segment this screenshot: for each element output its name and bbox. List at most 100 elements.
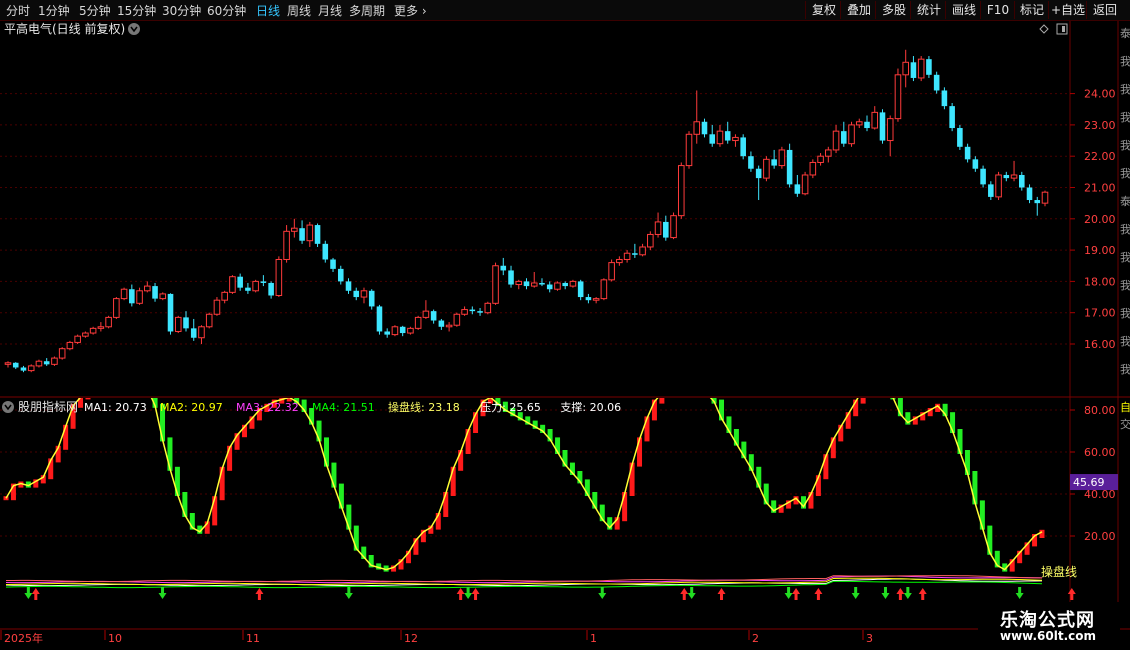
price-tick-label: 20.00 bbox=[1084, 213, 1116, 226]
candle-body bbox=[58, 348, 66, 359]
current-value-label: 45.69 bbox=[1073, 476, 1105, 489]
candle-body bbox=[623, 252, 631, 260]
oscillator-bar bbox=[659, 398, 665, 404]
toolbar-button[interactable]: F10 bbox=[980, 1, 1015, 19]
candle-body bbox=[306, 224, 314, 242]
period-tab[interactable]: 周线 bbox=[287, 2, 311, 19]
up-arrow-icon bbox=[255, 588, 264, 600]
candle-body bbox=[430, 311, 437, 321]
price-tick-label: 17.00 bbox=[1084, 307, 1116, 320]
candle-body bbox=[35, 360, 43, 367]
diamond-icon bbox=[1039, 24, 1049, 34]
candle-body bbox=[391, 326, 399, 336]
candle-body bbox=[198, 326, 205, 339]
candle-body bbox=[972, 159, 979, 169]
toolbar-button[interactable]: +自选 bbox=[1048, 1, 1087, 19]
candle-body bbox=[508, 270, 514, 285]
side-text-glyph: 泰 bbox=[1120, 194, 1130, 208]
candle-body bbox=[809, 161, 817, 176]
candle-body bbox=[817, 155, 824, 163]
candle-body bbox=[190, 328, 197, 338]
period-tab[interactable]: 月线 bbox=[318, 2, 342, 19]
candle-body bbox=[268, 282, 274, 296]
candle-body bbox=[407, 327, 414, 334]
candle-body bbox=[988, 184, 994, 197]
toolbar-button[interactable]: 统计 bbox=[910, 1, 947, 19]
toolbar-button[interactable]: 返回 bbox=[1086, 1, 1123, 19]
candle-body bbox=[585, 297, 592, 301]
period-tab[interactable]: 15分钟 bbox=[117, 2, 156, 19]
candle-body bbox=[477, 311, 483, 313]
candle-body bbox=[105, 316, 112, 328]
candle-body bbox=[4, 362, 12, 365]
candle-body bbox=[1041, 191, 1049, 204]
down-arrow-icon bbox=[881, 587, 890, 599]
period-tab[interactable]: 分时 bbox=[6, 2, 30, 19]
candle-body bbox=[864, 121, 870, 129]
period-tab[interactable]: 日线 bbox=[256, 2, 280, 19]
candle-body bbox=[771, 159, 777, 166]
side-text-glyph: 泰 bbox=[1120, 26, 1130, 40]
indicator-readout: MA1: 20.73 bbox=[84, 401, 147, 414]
candle-body bbox=[384, 331, 390, 335]
candle-body bbox=[438, 320, 445, 327]
indicator-readout: 操盘线: 23.18 bbox=[388, 400, 460, 414]
candle-body bbox=[1034, 200, 1041, 204]
down-arrow-icon bbox=[784, 587, 793, 599]
candle-body bbox=[546, 284, 553, 290]
down-arrow-icon bbox=[464, 587, 473, 599]
candle-body bbox=[740, 137, 746, 157]
date-label: 11 bbox=[246, 632, 260, 645]
toolbar-button[interactable]: 画线 bbox=[945, 1, 982, 19]
toolbar-button[interactable]: 叠加 bbox=[840, 1, 877, 19]
candle-body bbox=[291, 227, 298, 232]
candle-body bbox=[360, 290, 368, 298]
period-tab[interactable]: 60分钟 bbox=[207, 2, 246, 19]
candle-body bbox=[654, 221, 662, 235]
down-arrow-icon bbox=[687, 587, 696, 599]
indicator-tick-label: 20.00 bbox=[1084, 530, 1116, 543]
side-text-glyph: 我 bbox=[1120, 139, 1130, 152]
price-tick-label: 22.00 bbox=[1084, 150, 1116, 163]
candle-body bbox=[894, 74, 902, 120]
candle-body bbox=[1026, 187, 1033, 201]
stock-title: 平高电气(日线 前复权) bbox=[4, 21, 125, 36]
candle-body bbox=[353, 290, 360, 298]
side-text-glyph: 我 bbox=[1120, 223, 1130, 236]
period-tab[interactable]: 1分钟 bbox=[38, 2, 70, 19]
candle-body bbox=[685, 133, 693, 167]
period-tab[interactable]: 更多 › bbox=[394, 2, 427, 19]
indicator-tick-label: 80.00 bbox=[1084, 404, 1116, 417]
indicator-name: 股朋指标网 bbox=[18, 399, 78, 414]
price-tick-label: 21.00 bbox=[1084, 182, 1116, 195]
toolbar-button[interactable]: 复权 bbox=[805, 1, 842, 19]
period-tab[interactable]: 5分钟 bbox=[79, 2, 111, 19]
side-text-glyph: 我 bbox=[1120, 363, 1130, 376]
candle-body bbox=[732, 136, 739, 142]
period-tab[interactable]: 30分钟 bbox=[162, 2, 201, 19]
candle-body bbox=[152, 286, 158, 299]
candle-body bbox=[786, 149, 793, 185]
side-text-glyph: 我 bbox=[1120, 279, 1130, 292]
candle-body bbox=[445, 324, 453, 328]
indicator-readout: 支撑: 20.06 bbox=[560, 400, 621, 414]
candle-body bbox=[245, 287, 251, 291]
candle-body bbox=[213, 299, 221, 315]
toolbar-button[interactable]: 多股 bbox=[875, 1, 912, 19]
candle-body bbox=[237, 276, 243, 288]
candle-body bbox=[778, 149, 786, 167]
candle-body bbox=[825, 149, 832, 157]
candle-body bbox=[616, 258, 623, 264]
up-arrow-icon bbox=[896, 588, 905, 600]
candle-body bbox=[89, 327, 97, 334]
candle-body bbox=[205, 313, 213, 328]
side-text-glyph: 我 bbox=[1120, 55, 1130, 68]
candle-body bbox=[51, 357, 58, 365]
price-chart-panel: 24.00 23.00 22.00 21.00 20.00 19.00 18.00 17.00… bbox=[0, 21, 1130, 398]
indicator-readout: MA4: 21.51 bbox=[312, 401, 375, 414]
period-tab[interactable]: 多周期 bbox=[349, 2, 385, 19]
toolbar-button[interactable]: 标记 bbox=[1014, 1, 1049, 19]
oscillator-bar bbox=[972, 471, 978, 505]
candle-body bbox=[399, 326, 406, 334]
up-arrow-icon bbox=[680, 588, 689, 600]
